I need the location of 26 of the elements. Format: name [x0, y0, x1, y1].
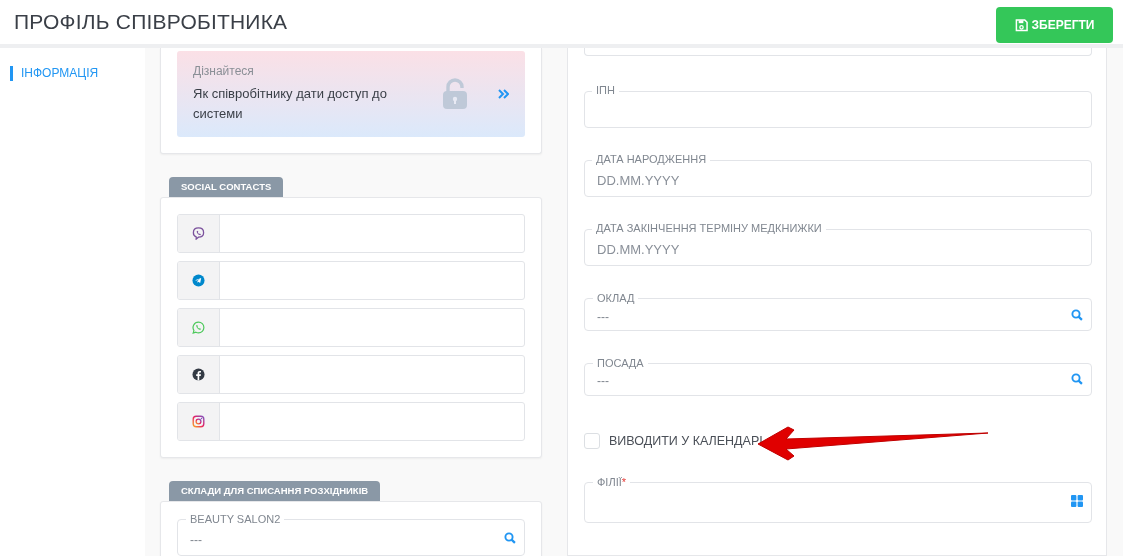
search-icon[interactable] — [504, 531, 516, 544]
field-label: ДАТА ЗАКІНЧЕННЯ ТЕРМІНУ МЕДКНИЖКИ — [592, 221, 826, 236]
input-field[interactable] — [177, 214, 525, 253]
checkbox[interactable] — [584, 432, 600, 449]
telegram-icon — [192, 274, 205, 287]
info-banner[interactable]: Дізнайтеся Як співробітнику дати доступ до системи — [177, 51, 525, 137]
input-field[interactable] — [177, 308, 525, 347]
padlock-icon — [442, 78, 468, 110]
input-field[interactable] — [177, 355, 525, 394]
info-text: Як співробітнику дати доступ до системи — [193, 85, 388, 123]
search-icon[interactable] — [1071, 373, 1083, 386]
viber-icon — [192, 227, 205, 240]
checkbox-label[interactable]: ВИВОДИТИ У КАЛЕНДАРІ — [609, 433, 763, 448]
input-field[interactable] — [177, 402, 525, 441]
input-field[interactable] — [584, 48, 1092, 57]
facebook-icon — [192, 368, 205, 381]
grid-icon[interactable] — [1071, 494, 1083, 507]
double-chevron-icon[interactable] — [498, 89, 509, 99]
info-caption: Дізнайтеся — [193, 64, 255, 78]
page-title: ПРОФІЛЬ СПІВРОБІТНИКА — [14, 10, 288, 34]
whatsapp-icon — [192, 321, 205, 334]
input-field[interactable] — [177, 261, 525, 300]
field-label: ДАТА НАРОДЖЕННЯ — [592, 152, 711, 167]
search-icon[interactable] — [1071, 308, 1083, 321]
save-button[interactable]: ЗБЕРЕГТИ — [996, 7, 1113, 43]
instagram-icon — [192, 415, 205, 428]
